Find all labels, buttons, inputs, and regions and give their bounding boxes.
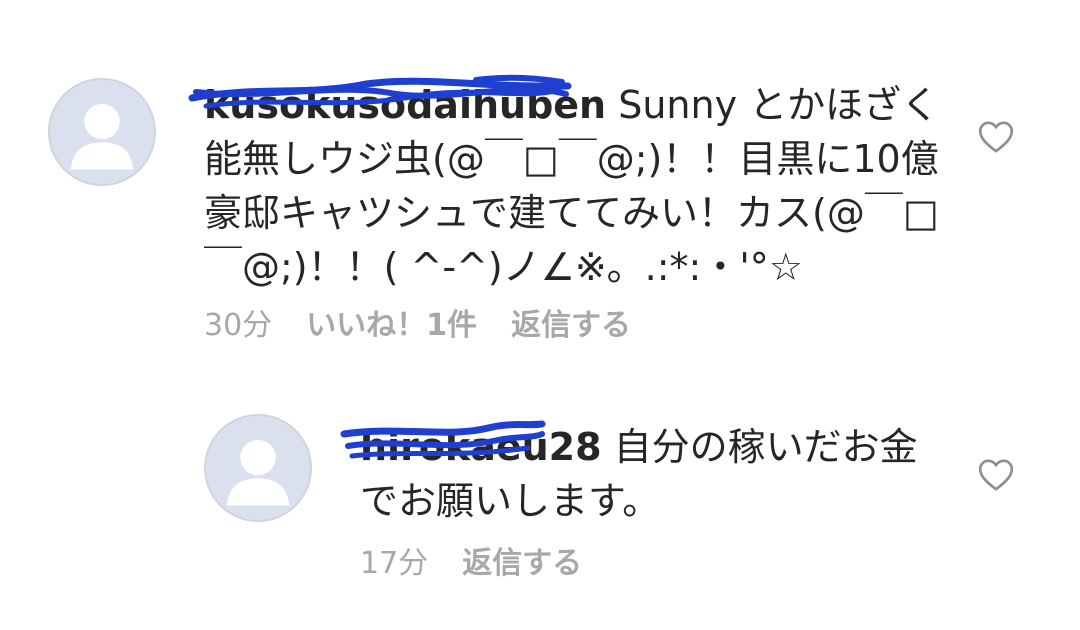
comment-text-block: hirokaeu28 自分の稼いだお金でお願いします。 [360, 420, 940, 528]
comment-username[interactable]: kusokusodaihuben [204, 83, 606, 127]
comment-time: 30分 [204, 308, 273, 343]
comment-time: 17分 [360, 546, 429, 581]
reply-button[interactable]: 返信する [511, 300, 631, 344]
likes-count-link[interactable]: いいね！1件 [306, 300, 477, 344]
comment-1: kusokusodaihuben Sunny とかほざく能無しウジ虫(@￣□￣@… [0, 0, 1080, 360]
comment-username[interactable]: hirokaeu28 [360, 425, 602, 469]
avatar[interactable] [48, 78, 156, 186]
comment-meta: 17分 返信する [360, 538, 616, 582]
heart-outline-icon[interactable] [976, 117, 1016, 157]
comment-text-block: kusokusodaihuben Sunny とかほざく能無しウジ虫(@￣□￣@… [204, 78, 944, 294]
comment-meta: 30分 いいね！1件 返信する [204, 300, 665, 344]
heart-outline-icon[interactable] [976, 455, 1016, 495]
default-profile-icon [206, 416, 310, 520]
avatar[interactable] [204, 414, 312, 522]
comment-2: hirokaeu28 自分の稼いだお金でお願いします。 17分 返信する [0, 380, 1080, 630]
reply-button[interactable]: 返信する [462, 538, 582, 582]
default-profile-icon [50, 80, 154, 184]
